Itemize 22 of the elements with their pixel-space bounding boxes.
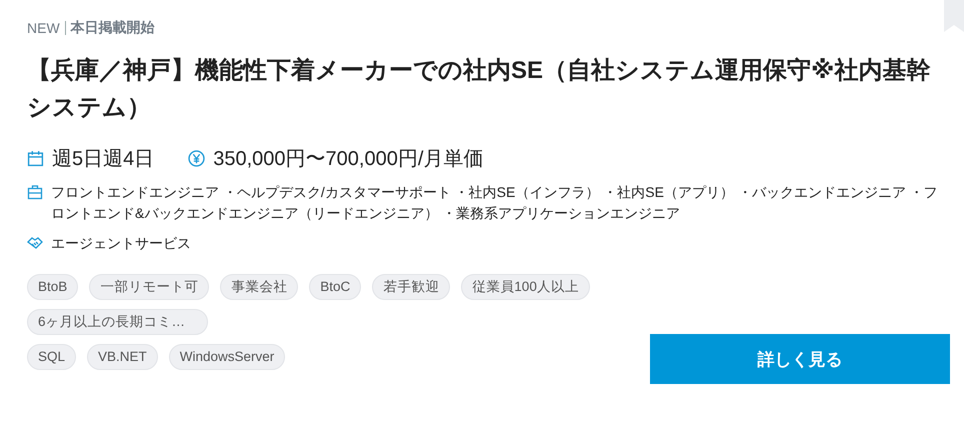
yen-icon: [188, 150, 206, 166]
job-types-text: フロントエンドエンジニア ・ヘルプデスク/カスタマーサポート ・社内SE（インフラ） ・社内SE（アプリ） ・バックエンドエンジニア ・フロントエンド&バックエンドエンジニア（リードエンジニア） ・業務系アプリケーションエンジニア: [51, 183, 939, 223]
price-text: 350,000円〜700,000円/月単価: [213, 146, 484, 172]
skill-tag: WindowsServer: [168, 344, 286, 370]
calendar-icon: [27, 150, 44, 166]
skill-tag: VB.NET: [87, 344, 158, 370]
tag: BtoB: [27, 274, 78, 300]
tag: 6ヶ月以上の長期コミ…: [27, 309, 208, 335]
new-label: NEW: [27, 20, 60, 36]
schedule-text: 週5日週4日: [52, 146, 154, 172]
handshake-icon: [27, 235, 43, 251]
tag: 事業会社: [220, 274, 298, 300]
job-title: 【兵庫／神戸】機能性下着メーカーでの社内SE（自社システム運用保守※社内基幹システム）: [27, 56, 932, 123]
agent-service-text: エージェントサービス: [51, 234, 191, 253]
tag: 従業員100人以上: [461, 274, 590, 300]
tag: 若手歓迎: [372, 274, 450, 300]
tag: BtoC: [309, 274, 362, 300]
details-button[interactable]: 詳しく見る: [650, 334, 950, 384]
skill-tag: SQL: [27, 344, 76, 370]
briefcase-icon: [27, 184, 43, 200]
posted-label: 本日掲載開始: [70, 19, 155, 37]
tag: 一部リモート可: [89, 274, 210, 300]
